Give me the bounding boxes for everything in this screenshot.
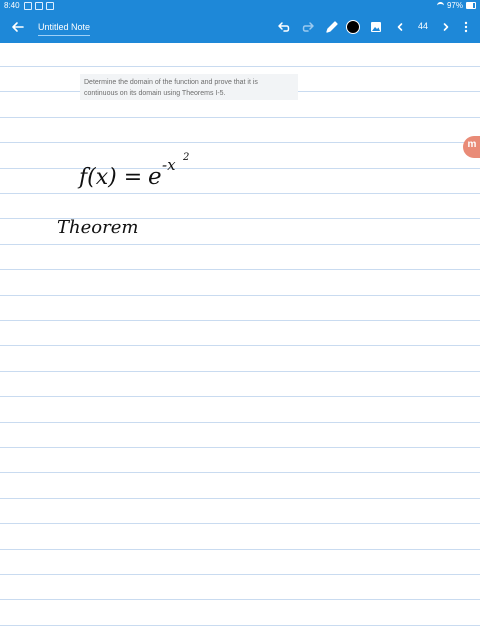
ruled-line xyxy=(0,422,480,423)
title-underline xyxy=(38,35,90,36)
next-page-button[interactable] xyxy=(436,17,456,37)
ruled-line xyxy=(0,447,480,448)
note-canvas[interactable]: Determine the domain of the function and… xyxy=(0,43,480,640)
handwriting-function-lhs: f(x) = xyxy=(77,165,142,190)
notification-icons xyxy=(24,2,54,10)
logo-letter: m xyxy=(467,139,477,150)
page-number: 44 xyxy=(417,21,428,31)
chevron-left-icon xyxy=(397,23,403,31)
ruled-line xyxy=(0,625,480,626)
handwriting-exponent: -x xyxy=(162,156,176,174)
floating-logo-badge[interactable]: m xyxy=(463,136,480,158)
battery-icon xyxy=(466,2,476,9)
image-icon xyxy=(371,22,381,32)
ruled-line xyxy=(0,523,480,524)
ruled-line xyxy=(0,295,480,296)
pen-icon xyxy=(326,21,338,33)
more-vert-icon xyxy=(464,21,468,33)
undo-button[interactable] xyxy=(274,17,294,37)
undo-icon xyxy=(278,22,290,32)
pen-button[interactable] xyxy=(322,17,342,37)
redo-icon xyxy=(302,22,314,32)
ruled-line xyxy=(0,549,480,550)
notification-icon xyxy=(35,2,43,10)
previous-page-button[interactable] xyxy=(390,17,410,37)
notification-icon xyxy=(24,2,32,10)
back-button[interactable] xyxy=(8,17,28,37)
app-toolbar: Untitled Note 44 xyxy=(0,11,480,43)
status-bar: 8:40 97% xyxy=(0,0,480,11)
battery-level: 97% xyxy=(446,1,463,10)
more-options-button[interactable] xyxy=(456,17,476,37)
ruled-line xyxy=(0,498,480,499)
notification-icon xyxy=(46,2,54,10)
redo-button[interactable] xyxy=(298,17,318,37)
ruled-line xyxy=(0,320,480,321)
ruled-line xyxy=(0,599,480,600)
handwriting-base-e: e xyxy=(148,164,162,190)
ruled-line xyxy=(0,396,480,397)
insert-image-button[interactable] xyxy=(366,17,386,37)
pen-color-swatch[interactable] xyxy=(346,20,360,34)
handwriting-power: 2 xyxy=(182,152,189,163)
note-title: Untitled Note xyxy=(38,22,91,32)
back-arrow-icon xyxy=(12,22,24,32)
note-title-field[interactable]: Untitled Note xyxy=(38,17,90,37)
ruled-line xyxy=(0,371,480,372)
ruled-line xyxy=(0,472,480,473)
ruled-line xyxy=(0,574,480,575)
handwriting-theorem: Theorem xyxy=(57,217,138,238)
ruled-line xyxy=(0,66,480,67)
handwriting-layer: f(x) = e -x 2 Theorem xyxy=(57,152,189,238)
status-time: 8:40 xyxy=(4,1,20,10)
status-right: 97% xyxy=(436,0,476,11)
ruled-line xyxy=(0,345,480,346)
wifi-icon xyxy=(436,2,444,9)
chevron-right-icon xyxy=(443,23,449,31)
